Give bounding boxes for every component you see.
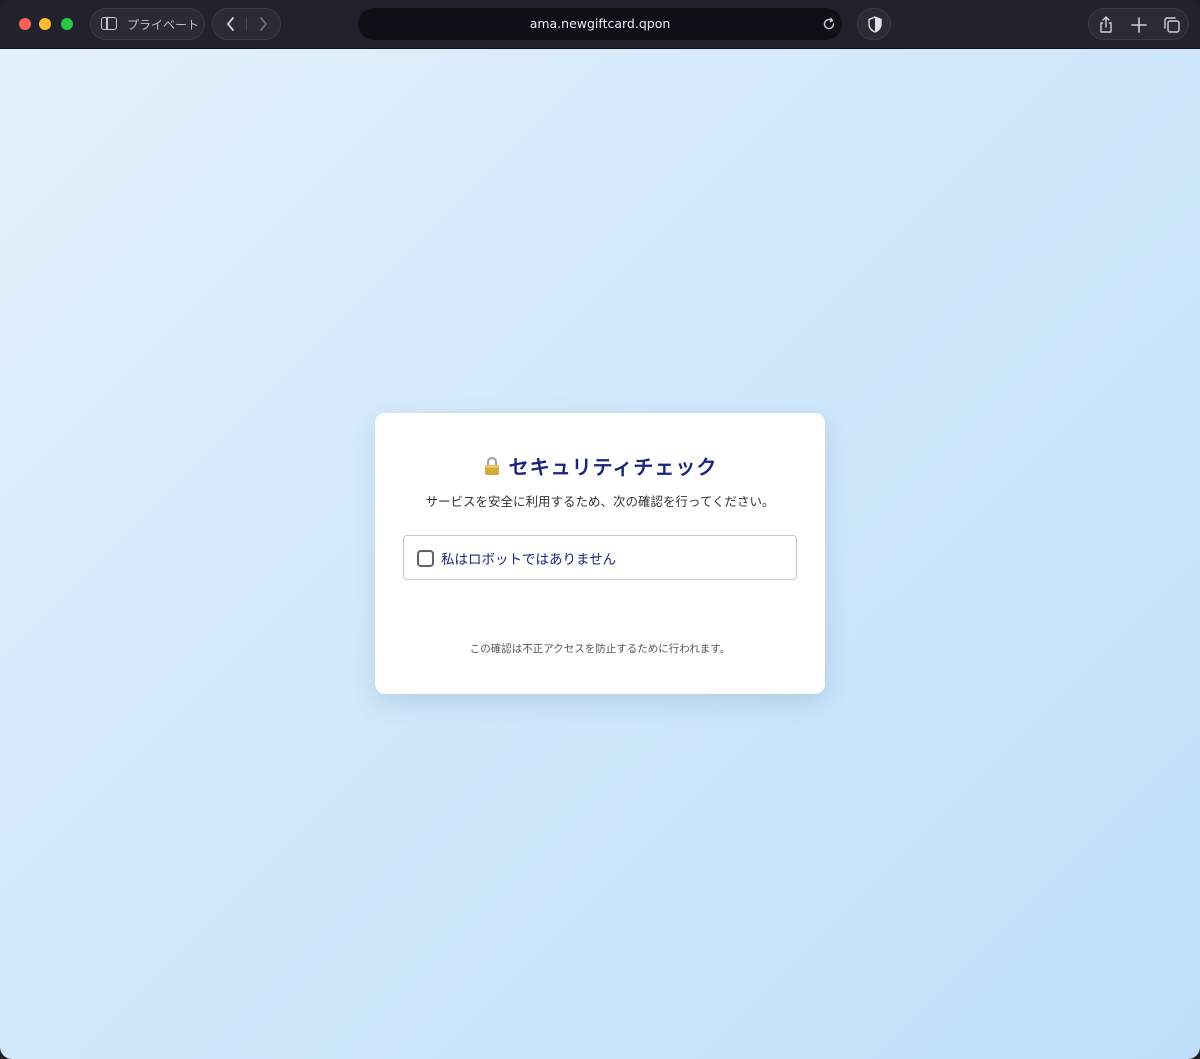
captcha-checkbox[interactable] <box>417 550 434 567</box>
zoom-window-button[interactable] <box>61 18 73 30</box>
plus-icon[interactable] <box>1129 15 1149 35</box>
chevron-right-icon <box>260 17 267 31</box>
share-icon[interactable] <box>1096 15 1116 35</box>
close-window-button[interactable] <box>19 18 31 30</box>
back-button[interactable] <box>217 13 245 35</box>
lock-icon <box>484 457 499 475</box>
security-check-card: セキュリティチェック サービスを安全に利用するため、次の確認を行ってください。 … <box>375 413 825 694</box>
forward-button[interactable] <box>249 13 277 35</box>
private-browsing-label: プライベート <box>127 18 200 32</box>
captcha-label[interactable]: 私はロボットではありません <box>441 548 616 568</box>
sidebar-toggle-button[interactable]: プライベート <box>90 8 205 40</box>
page-viewport: セキュリティチェック サービスを安全に利用するため、次の確認を行ってください。 … <box>0 49 1200 1059</box>
browser-toolbar: プライベート ama.newgiftcard.qpon <box>0 0 1200 49</box>
tabs-overview-icon[interactable] <box>1162 15 1182 35</box>
url-text[interactable]: ama.newgiftcard.qpon <box>358 8 842 40</box>
page-title-row: セキュリティチェック <box>375 451 825 480</box>
minimize-window-button[interactable] <box>39 18 51 30</box>
privacy-report-button[interactable] <box>857 8 891 40</box>
address-bar[interactable]: ama.newgiftcard.qpon <box>358 8 842 40</box>
navigation-buttons <box>212 8 281 40</box>
captcha-widget[interactable]: 私はロボットではありません <box>403 535 797 580</box>
sidebar-icon <box>101 17 117 30</box>
page-subtitle: サービスを安全に利用するため、次の確認を行ってください。 <box>425 494 775 509</box>
shield-icon <box>868 16 882 33</box>
toolbar-actions <box>1088 8 1189 40</box>
page-title: セキュリティチェック <box>508 455 718 479</box>
browser-window: プライベート ama.newgiftcard.qpon セキュリティチェック サ… <box>0 0 1200 1059</box>
reload-icon[interactable] <box>822 17 836 31</box>
chevron-left-icon <box>227 17 234 31</box>
security-note: この確認は不正アクセスを防止するために行われます。 <box>469 643 731 655</box>
nav-separator <box>246 17 247 31</box>
